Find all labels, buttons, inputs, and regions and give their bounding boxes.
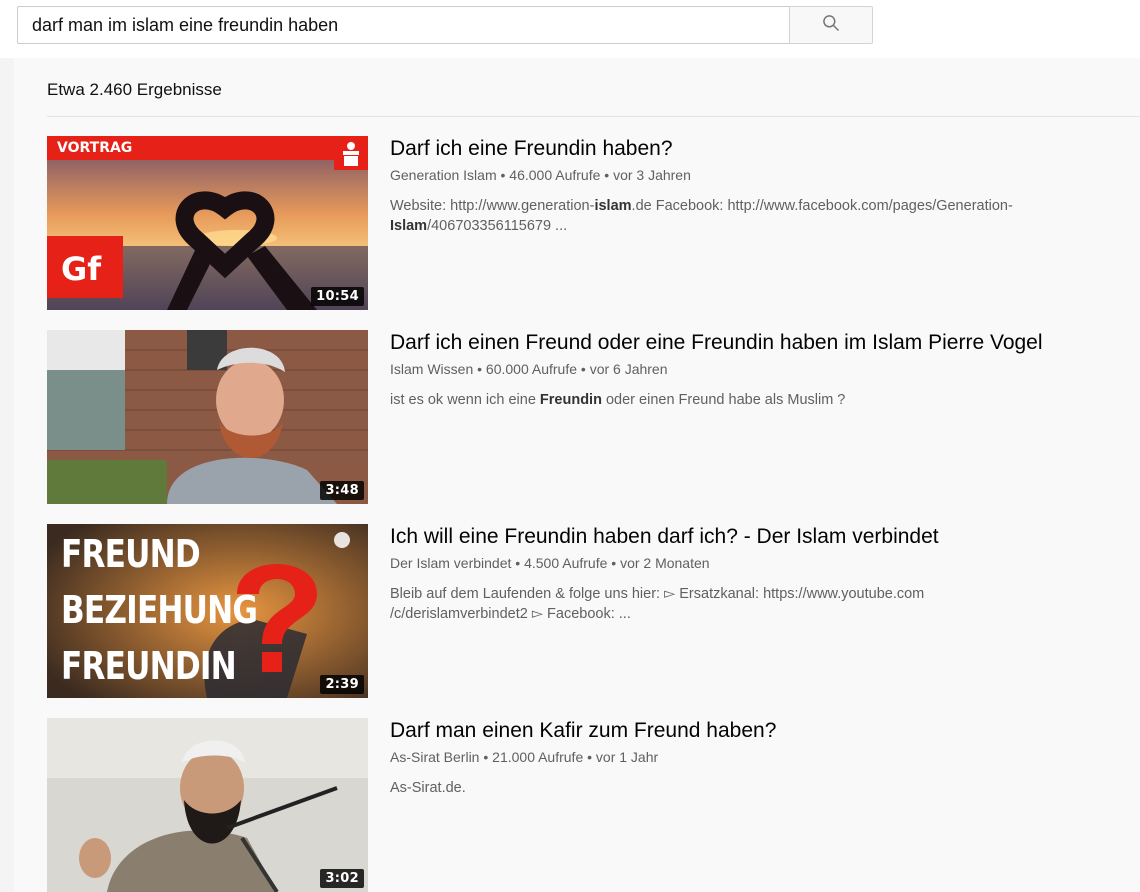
channel-link[interactable]: Generation Islam bbox=[390, 167, 497, 183]
desc-text: .de Facebook: http://www.facebook.com/pa… bbox=[631, 198, 1013, 214]
desc-highlight: islam bbox=[594, 198, 632, 214]
video-meta: As-Sirat Berlin • 21.000 Aufrufe • vor 1… bbox=[390, 748, 1140, 766]
thumb-text-freund: FREUND bbox=[61, 532, 201, 576]
meta-separator: • bbox=[511, 555, 525, 571]
video-description: Website: http://www.generation-islam.de … bbox=[390, 196, 1140, 236]
meta-separator: • bbox=[583, 749, 596, 765]
channel-link[interactable]: Der Islam verbindet bbox=[390, 555, 511, 571]
video-info: Darf ich einen Freund oder eine Freundin… bbox=[390, 330, 1140, 410]
video-title[interactable]: Darf ich eine Freundin haben? bbox=[390, 136, 1140, 162]
video-info: Ich will eine Freundin haben darf ich? -… bbox=[390, 524, 1140, 624]
thumb-logo-gf: Gf bbox=[61, 250, 102, 288]
desc-highlight: Islam bbox=[390, 218, 428, 234]
upload-age: vor 3 Jahren bbox=[613, 167, 691, 183]
video-duration: 2:39 bbox=[320, 675, 364, 694]
view-count: 4.500 Aufrufe bbox=[524, 555, 608, 571]
desc-highlight: Freundin bbox=[539, 392, 602, 408]
upload-age: vor 2 Monaten bbox=[620, 555, 710, 571]
video-thumbnail[interactable]: VORTRAG Gf 10:54 bbox=[47, 136, 368, 310]
video-thumbnail[interactable]: 3:48 bbox=[47, 330, 368, 504]
video-result: 3:02 Darf man einen Kafir zum Freund hab… bbox=[47, 718, 1140, 892]
upload-age: vor 1 Jahr bbox=[595, 749, 659, 765]
view-count: 46.000 Aufrufe bbox=[509, 167, 601, 183]
video-result: 3:48 Darf ich einen Freund oder eine Fre… bbox=[47, 330, 1140, 506]
meta-separator: • bbox=[473, 361, 486, 377]
meta-separator: • bbox=[479, 749, 493, 765]
video-thumbnail[interactable]: FREUND BEZIEHUNG FREUNDIN 2:39 bbox=[47, 524, 368, 698]
meta-separator: • bbox=[577, 361, 590, 377]
video-description: ist es ok wenn ich eine Freundin oder ei… bbox=[390, 390, 1140, 410]
results-count: Etwa 2.460 Ergebnisse bbox=[47, 80, 222, 99]
meta-separator: • bbox=[600, 167, 614, 183]
video-duration: 3:02 bbox=[320, 869, 364, 888]
desc-text: ist es ok wenn ich eine bbox=[390, 392, 540, 408]
desc-text: /406703356115679 ... bbox=[427, 218, 568, 234]
video-info: Darf ich eine Freundin haben? Generation… bbox=[390, 136, 1140, 236]
video-info: Darf man einen Kafir zum Freund haben? A… bbox=[390, 718, 1140, 798]
thumb-text-beziehung: BEZIEHUNG bbox=[61, 588, 258, 632]
video-title[interactable]: Ich will eine Freundin haben darf ich? -… bbox=[390, 524, 1140, 550]
meta-separator: • bbox=[496, 167, 510, 183]
video-duration: 10:54 bbox=[311, 287, 364, 306]
video-meta: Islam Wissen • 60.000 Aufrufe • vor 6 Ja… bbox=[390, 360, 1140, 378]
thumb-text-freundin: FREUNDIN bbox=[61, 644, 237, 688]
view-count: 21.000 Aufrufe bbox=[492, 749, 584, 765]
meta-separator: • bbox=[607, 555, 621, 571]
search-button[interactable] bbox=[789, 6, 873, 44]
thumbnail-image-speaker-microphone bbox=[47, 718, 368, 892]
video-title[interactable]: Darf ich einen Freund oder eine Freundin… bbox=[390, 330, 1140, 356]
video-result: FREUND BEZIEHUNG FREUNDIN 2:39 Ich will … bbox=[47, 524, 1140, 700]
video-meta: Der Islam verbindet • 4.500 Aufrufe • vo… bbox=[390, 554, 1140, 572]
thumbnail-image-speaker bbox=[47, 330, 368, 504]
desc-text: Website: http://www.generation- bbox=[390, 198, 595, 214]
video-description: Bleib auf dem Laufenden & folge uns hier… bbox=[390, 586, 925, 622]
video-result: VORTRAG Gf 10:54 Darf ich eine Freundin … bbox=[47, 136, 1140, 312]
video-description: As-Sirat.de. bbox=[390, 780, 466, 796]
search-icon bbox=[821, 13, 841, 38]
view-count: 60.000 Aufrufe bbox=[485, 361, 577, 377]
left-edge bbox=[0, 58, 14, 892]
channel-link[interactable]: Islam Wissen bbox=[390, 361, 473, 377]
divider bbox=[47, 116, 1140, 117]
search-input[interactable] bbox=[17, 6, 789, 44]
video-duration: 3:48 bbox=[320, 481, 364, 500]
video-thumbnail[interactable]: 3:02 bbox=[47, 718, 368, 892]
channel-link[interactable]: As-Sirat Berlin bbox=[390, 749, 479, 765]
video-meta: Generation Islam • 46.000 Aufrufe • vor … bbox=[390, 166, 1140, 184]
search-bar bbox=[17, 6, 873, 44]
thumb-label-vortrag: VORTRAG bbox=[57, 140, 133, 156]
desc-text: oder einen Freund habe als Muslim ? bbox=[601, 392, 846, 408]
results-panel: Etwa 2.460 Ergebnisse VORTRAG Gf 10:54 D… bbox=[14, 58, 1140, 892]
video-title[interactable]: Darf man einen Kafir zum Freund haben? bbox=[390, 718, 1140, 744]
upload-age: vor 6 Jahren bbox=[589, 361, 668, 377]
